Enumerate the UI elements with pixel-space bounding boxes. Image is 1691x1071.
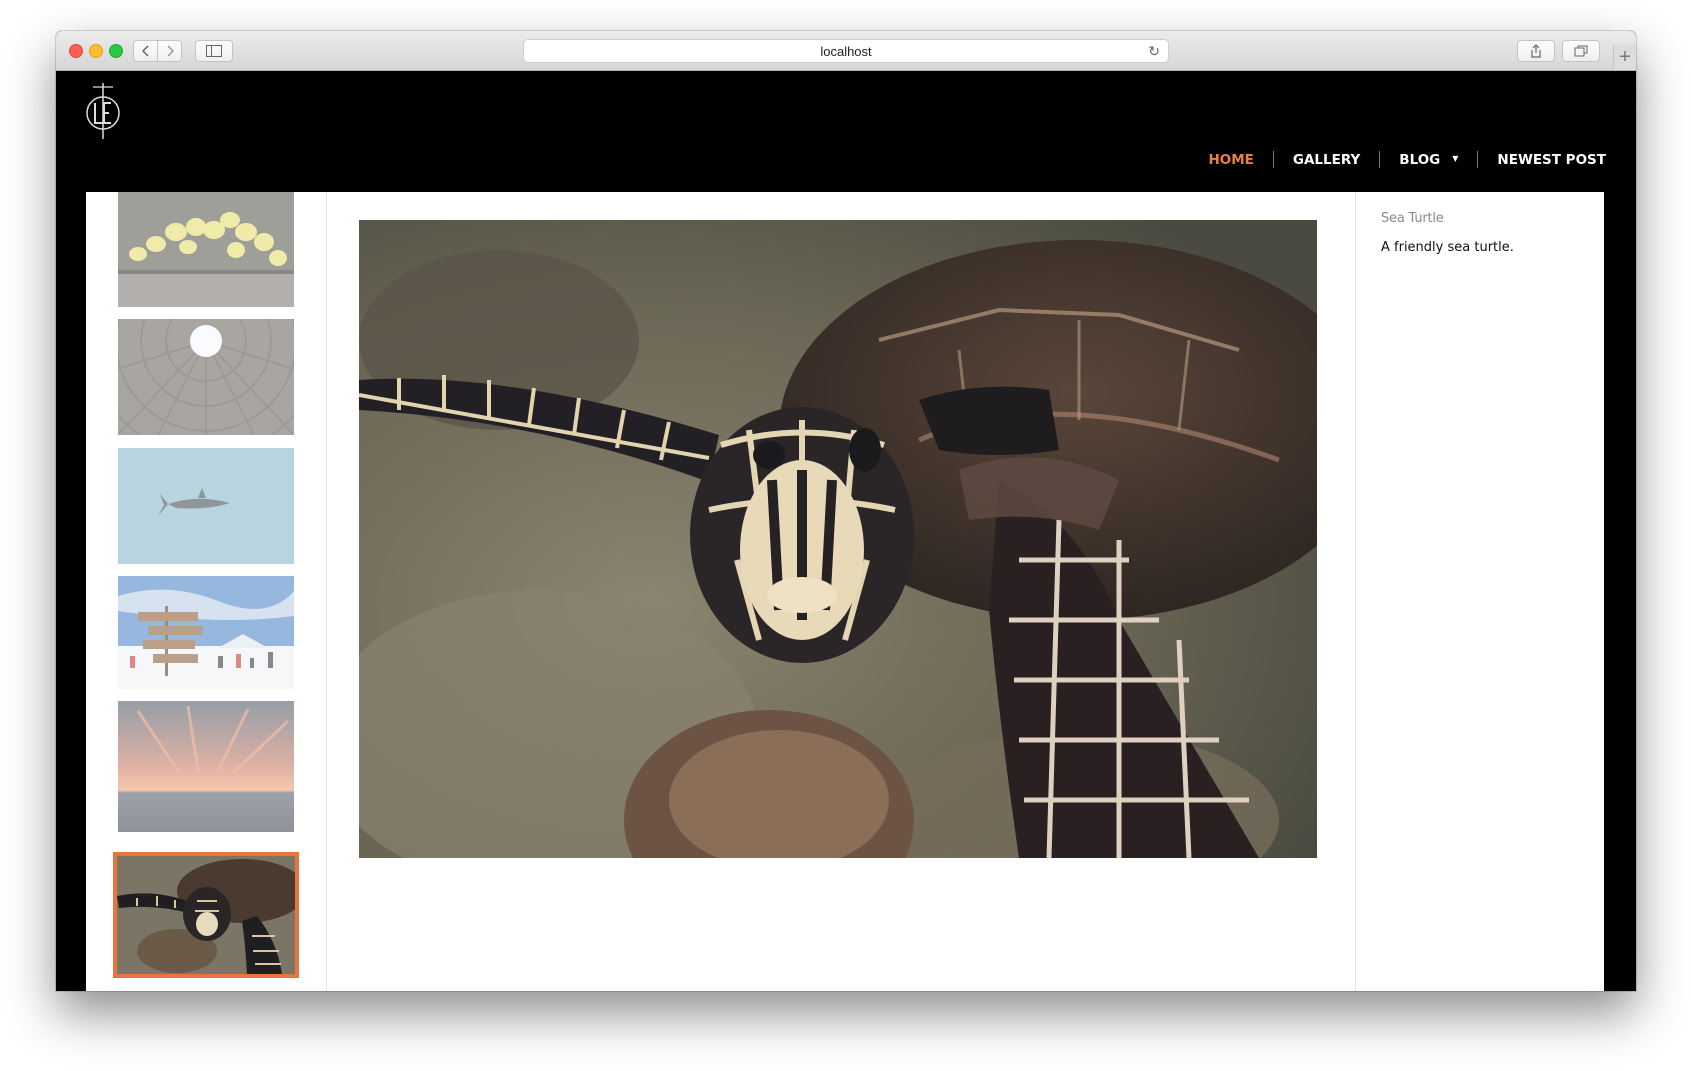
thumbnail-overlay [118,701,294,832]
thumbnail-overlay [118,576,294,689]
site-logo[interactable] [83,81,123,141]
nav-home[interactable]: HOME [1189,152,1272,168]
share-icon [1531,44,1541,58]
reload-icon[interactable]: ↻ [1148,43,1160,60]
gallery-content: Sea Turtle A friendly sea turtle. [86,192,1604,991]
sea-turtle-thumbnail-image [117,856,295,974]
info-panel: Sea Turtle A friendly sea turtle. [1355,192,1605,991]
sidebar-toggle-button[interactable] [195,40,233,62]
main-sea-turtle-image [359,220,1317,858]
address-bar[interactable]: localhost ↻ [523,39,1169,63]
back-button[interactable] [133,40,158,62]
thumbnail-overlay [118,319,294,435]
minimize-window-button[interactable] [89,44,103,58]
site-header: HOME GALLERY BLOG ▼ NEWEST POST [56,71,1636,192]
thumbnail-shark[interactable] [118,448,294,564]
main-nav: HOME GALLERY BLOG ▼ NEWEST POST [1189,151,1606,168]
browser-window: localhost ↻ + HOME GALLERY BLOG ▼ NEWEST… [56,31,1636,991]
thumbnail-pantheon[interactable] [118,319,294,435]
nav-blog-label: BLOG [1399,151,1441,168]
thumbnail-overlay [118,192,294,307]
chevron-left-icon [141,45,149,57]
tabs-icon [1574,45,1588,57]
forward-button[interactable] [157,40,182,62]
image-title: Sea Turtle [1381,211,1444,226]
caret-down-icon: ▼ [1452,153,1459,163]
url-text: localhost [820,43,872,59]
chevron-right-icon [166,45,174,57]
thumbnail-ski-sign[interactable] [118,576,294,689]
image-description: A friendly sea turtle. [1381,240,1514,255]
sidebar-icon [206,45,222,57]
new-tab-button[interactable]: + [1613,45,1636,70]
thumbnail-orchids[interactable] [118,192,294,307]
maximize-window-button[interactable] [109,44,123,58]
logo-emblem-icon [86,83,120,139]
thumbnail-column [86,192,327,991]
browser-titlebar: localhost ↻ + [56,31,1636,71]
thumbnail-overlay [118,448,294,564]
nav-newest-post[interactable]: NEWEST POST [1478,152,1606,168]
nav-gallery[interactable]: GALLERY [1274,152,1379,168]
show-tabs-button[interactable] [1562,40,1600,62]
thumbnail-sea-turtle-selected[interactable] [113,852,299,978]
share-button[interactable] [1517,40,1555,62]
thumbnail-sunset[interactable] [118,701,294,832]
sea-turtle-photo [359,220,1317,858]
nav-blog[interactable]: BLOG ▼ [1380,152,1477,168]
close-window-button[interactable] [69,44,83,58]
